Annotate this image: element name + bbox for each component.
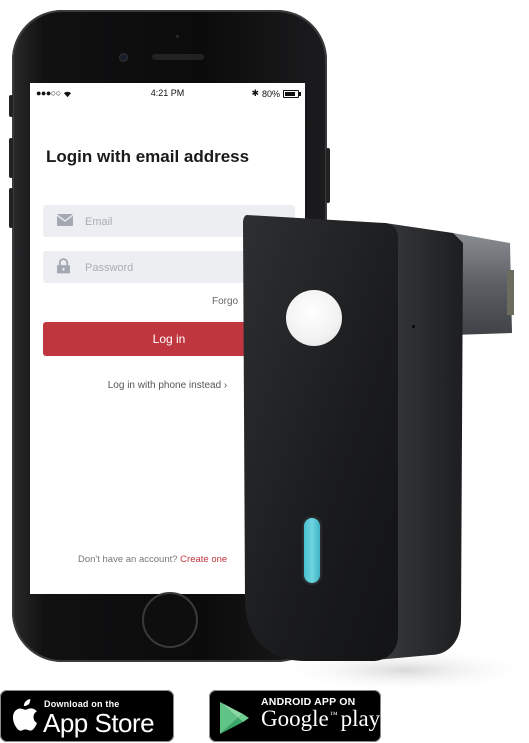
google-play-title: Google™ play <box>261 706 381 731</box>
signup-prompt: Don't have an account? Create one <box>78 554 227 565</box>
bluetooth-icon: ✱ <box>251 88 259 98</box>
app-store-title: App Store <box>43 708 155 738</box>
envelope-icon <box>57 214 73 226</box>
device-indicator-light <box>304 518 320 583</box>
earpiece <box>152 54 204 60</box>
front-camera <box>120 54 127 61</box>
proximity-sensor <box>176 35 179 38</box>
volume-down-button <box>9 188 13 228</box>
status-right: ✱ 80% <box>251 88 301 99</box>
google-play-badge[interactable]: ANDROID APP ON Google™ play <box>209 690 381 742</box>
battery-icon <box>283 89 301 98</box>
page-title: Login with email address <box>46 147 250 166</box>
lock-icon <box>57 258 70 274</box>
google-play-icon <box>220 702 249 734</box>
home-button <box>142 592 198 648</box>
battery-percent: 80% <box>261 88 280 99</box>
signup-text: Don't have an account? <box>78 554 178 565</box>
volume-up-button <box>9 138 13 178</box>
create-account-link[interactable]: Create one <box>180 554 227 565</box>
device-body-art <box>243 215 525 692</box>
app-store-badge[interactable]: Download on the App Store <box>0 690 174 742</box>
device-led-button <box>286 290 342 346</box>
status-bar: ●●●○○ 4:21 PM ✱ 80% <box>30 83 305 103</box>
mute-switch <box>9 95 13 117</box>
phone-login-label: Log in with phone instead <box>107 380 222 391</box>
chevron-right-icon: › <box>221 380 228 391</box>
apple-icon <box>12 699 37 731</box>
power-button <box>326 148 330 203</box>
smart-plug-device <box>235 215 525 695</box>
device-reset-hole <box>412 325 415 328</box>
